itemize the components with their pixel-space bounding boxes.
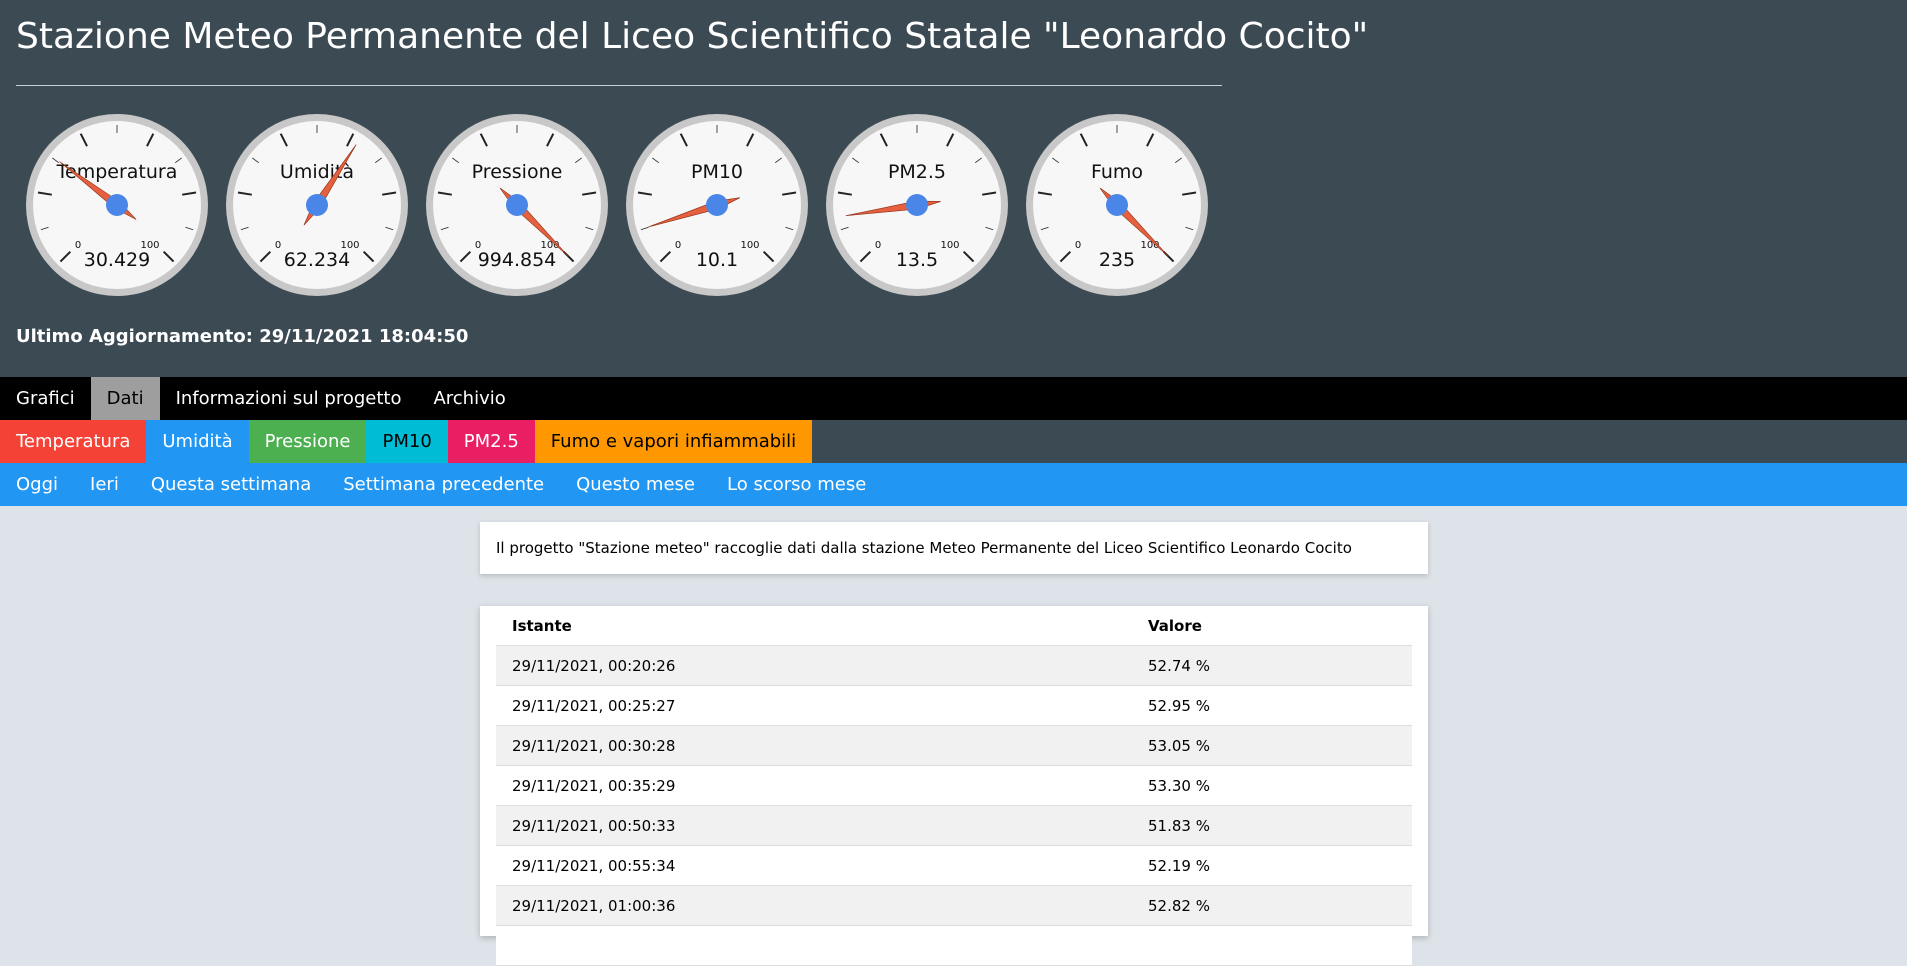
gauge-row: Temperatura 0 100 30.429 Umidità 0 100 62.234 Pr…: [0, 112, 1220, 298]
gauge-pm10: PM10 0 100 10.1: [624, 112, 810, 298]
cell-value: 51.83 %: [1132, 805, 1412, 846]
last-update-text: Ultimo Aggiornamento: 29/11/2021 18:04:5…: [16, 326, 469, 347]
header: Stazione Meteo Permanente del Liceo Scie…: [0, 0, 1907, 377]
tab-period-lo-scorso-mese[interactable]: Lo scorso mese: [711, 463, 882, 506]
tab-period-settimana-precedente[interactable]: Settimana precedente: [327, 463, 560, 506]
main-nav: Grafici Dati Informazioni sul progetto Arch…: [0, 377, 1907, 420]
gauge-label: Fumo: [1091, 161, 1143, 183]
table-row: 29/11/2021, 01:00:36 52.82 %: [496, 885, 1412, 926]
gauge-pm2-5: PM2.5 0 100 13.5: [824, 112, 1010, 298]
data-table: Istante Valore 29/11/2021, 00:20:26 52.74…: [496, 606, 1412, 966]
nav-main-dati[interactable]: Dati: [90, 377, 160, 420]
tab-sensor-fumo-e-vapori-infiammabili[interactable]: Fumo e vapori infiammabili: [534, 420, 813, 463]
gauge-min-label: 0: [675, 240, 681, 251]
gauge-max-label: 100: [740, 240, 759, 251]
gauge-min-label: 0: [1075, 240, 1081, 251]
tab-sensor-umidita[interactable]: Umidità: [146, 420, 249, 463]
period-nav: Oggi Ieri Questa settimana Settimana preced…: [0, 463, 1907, 506]
tab-sensor-pm2-5[interactable]: PM2.5: [447, 420, 535, 463]
cell-time: 29/11/2021, 00:35:29: [496, 765, 1132, 806]
tab-sensor-pressione[interactable]: Pressione: [248, 420, 367, 463]
gauge-label: Pressione: [472, 161, 563, 183]
cell-time: 29/11/2021, 00:50:33: [496, 805, 1132, 846]
cell-value: 52.95 %: [1132, 685, 1412, 726]
cell-time: 29/11/2021, 00:55:34: [496, 845, 1132, 886]
gauge-value: 10.1: [696, 249, 738, 271]
gauge-hub: [306, 194, 328, 216]
cell-value: 52.74 %: [1132, 645, 1412, 686]
gauge-hub: [706, 194, 728, 216]
data-table-card: Istante Valore 29/11/2021, 00:20:26 52.74…: [480, 606, 1428, 966]
gauge-min-label: 0: [875, 240, 881, 251]
cell-value: [1132, 925, 1412, 966]
sensor-nav: Temperatura Umidità Pressione PM10 PM2.5 Fumo…: [0, 420, 1907, 463]
cell-time: 29/11/2021, 00:20:26: [496, 645, 1132, 686]
title-divider: [16, 85, 1222, 86]
tab-period-ieri[interactable]: Ieri: [74, 463, 135, 506]
gauge-label: PM2.5: [888, 161, 946, 183]
table-header-row: Istante Valore: [496, 606, 1412, 646]
gauge-hub: [1106, 194, 1128, 216]
gauge-umidit: Umidità 0 100 62.234: [224, 112, 410, 298]
nav-main-informazioni-sul-progetto[interactable]: Informazioni sul progetto: [160, 377, 418, 420]
gauge-value: 13.5: [896, 249, 938, 271]
table-row: [496, 925, 1412, 966]
cell-value: 53.30 %: [1132, 765, 1412, 806]
table-row: 29/11/2021, 00:20:26 52.74 %: [496, 645, 1412, 686]
nav-main-grafici[interactable]: Grafici: [0, 377, 91, 420]
table-row: 29/11/2021, 00:25:27 52.95 %: [496, 685, 1412, 726]
tab-period-questo-mese[interactable]: Questo mese: [560, 463, 711, 506]
tab-period-questa-settimana[interactable]: Questa settimana: [135, 463, 327, 506]
cell-time: 29/11/2021, 00:30:28: [496, 725, 1132, 766]
gauge-value: 62.234: [284, 249, 350, 271]
tab-period-oggi[interactable]: Oggi: [0, 463, 74, 506]
gauge-value: 235: [1099, 249, 1135, 271]
table-row: 29/11/2021, 00:35:29 53.30 %: [496, 765, 1412, 806]
gauge-min-label: 0: [275, 240, 281, 251]
table-row: 29/11/2021, 00:50:33 51.83 %: [496, 805, 1412, 846]
gauge-fumo: Fumo 0 100 235: [1024, 112, 1210, 298]
cell-value: 52.82 %: [1132, 885, 1412, 926]
cell-value: 53.05 %: [1132, 725, 1412, 766]
cell-time: 29/11/2021, 01:00:36: [496, 885, 1132, 926]
gauge-hub: [106, 194, 128, 216]
table-row: 29/11/2021, 00:55:34 52.19 %: [496, 845, 1412, 886]
cell-value: 52.19 %: [1132, 845, 1412, 886]
column-header-time: Istante: [496, 606, 1132, 646]
tab-sensor-pm10[interactable]: PM10: [366, 420, 448, 463]
cell-time: 29/11/2021, 00:25:27: [496, 685, 1132, 726]
project-info-card: Il progetto "Stazione meteo" raccoglie d…: [480, 522, 1428, 574]
gauge-temperatura: Temperatura 0 100 30.429: [24, 112, 210, 298]
gauge-value: 30.429: [84, 249, 150, 271]
table-row: 29/11/2021, 00:30:28 53.05 %: [496, 725, 1412, 766]
page-title: Stazione Meteo Permanente del Liceo Scie…: [16, 16, 1369, 57]
column-header-value: Valore: [1132, 606, 1412, 646]
tab-sensor-temperatura[interactable]: Temperatura: [0, 420, 147, 463]
gauge-min-label: 0: [75, 240, 81, 251]
nav-main-archivio[interactable]: Archivio: [417, 377, 521, 420]
gauge-pressione: Pressione 0 100 994.854: [424, 112, 610, 298]
gauge-hub: [906, 194, 928, 216]
gauge-hub: [506, 194, 528, 216]
gauge-label: PM10: [691, 161, 743, 183]
gauge-value: 994.854: [478, 249, 557, 271]
cell-time: [496, 925, 1132, 966]
gauge-max-label: 100: [940, 240, 959, 251]
